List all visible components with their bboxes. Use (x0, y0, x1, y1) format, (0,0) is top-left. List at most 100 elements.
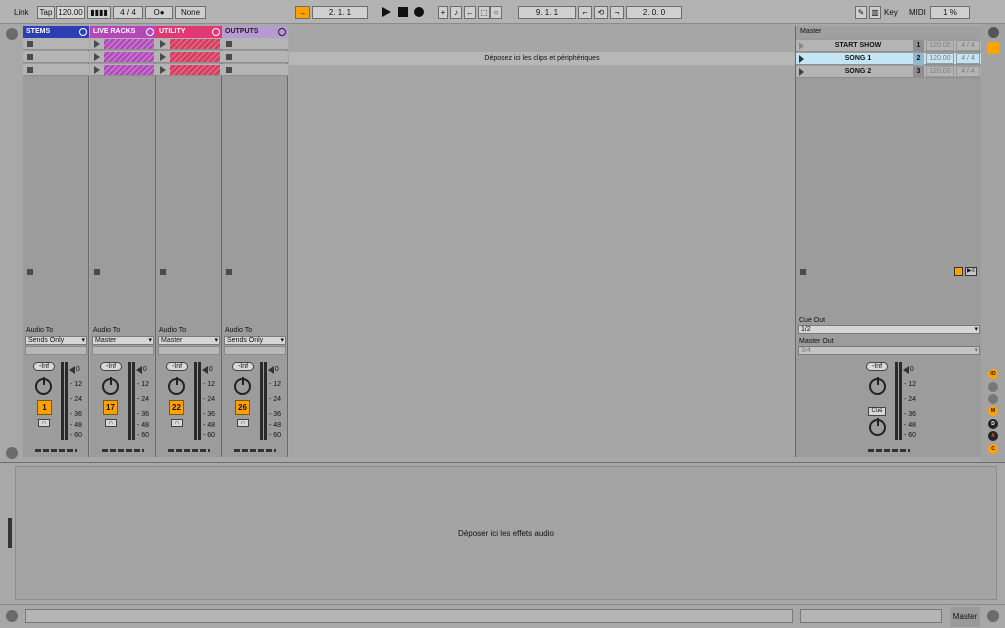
clip-play-icon[interactable] (94, 66, 100, 74)
selected-track-label[interactable]: Master (950, 607, 980, 627)
master-pan-knob-icon[interactable] (869, 377, 886, 395)
link-button[interactable]: Link (14, 6, 29, 19)
session-record-icon[interactable]: ○ (490, 6, 502, 19)
device-drag-handle[interactable] (8, 518, 12, 548)
capture-icon[interactable]: ⬚ (478, 6, 490, 19)
solo-cue-icon[interactable]: ∩ (171, 419, 183, 427)
clip-play-icon[interactable] (94, 53, 100, 61)
clip-slot[interactable] (23, 38, 89, 50)
device-drop-zone[interactable]: Déposer ici les effets audio (15, 466, 997, 600)
audio-to-channel[interactable] (92, 346, 154, 355)
track-title[interactable]: STEMS (23, 26, 89, 38)
overdub-icon[interactable]: + (438, 6, 448, 19)
clip-slot[interactable] (90, 64, 156, 76)
scene-signature[interactable]: 4 / 4 (956, 40, 980, 51)
track-activator-icon[interactable] (212, 28, 220, 36)
track-activator-button[interactable]: 1 (37, 400, 52, 415)
follow-button[interactable]: → (295, 6, 310, 19)
signature-field[interactable]: 4 / 4 (113, 6, 143, 19)
scene-tempo[interactable]: 120.00 (926, 53, 954, 64)
clip[interactable] (170, 39, 220, 49)
scene-signature[interactable]: 4 / 4 (956, 53, 980, 64)
track-activator-icon[interactable] (146, 28, 154, 36)
track-activator-button[interactable]: 22 (169, 400, 184, 415)
crossfade-assign[interactable] (868, 449, 910, 452)
clip-play-icon[interactable] (160, 40, 166, 48)
cue-volume-knob-icon[interactable] (869, 418, 886, 436)
clip[interactable] (170, 52, 220, 62)
clip[interactable] (104, 52, 154, 62)
solo-cue-icon[interactable]: ∩ (237, 419, 249, 427)
clip-play-icon[interactable] (160, 53, 166, 61)
arrangement-position[interactable]: 2. 1. 1 (312, 6, 368, 19)
stop-clips-icon[interactable] (27, 269, 33, 275)
session-view-icon[interactable] (987, 42, 999, 54)
info-toggle-icon[interactable] (6, 610, 18, 622)
crossfader-toggle-icon[interactable]: X (988, 431, 998, 441)
clip-slot[interactable] (23, 51, 89, 63)
io-toggle-icon[interactable]: IO (988, 369, 998, 379)
scene-signature[interactable]: 4 / 4 (956, 66, 980, 77)
clip[interactable] (170, 65, 220, 75)
clip-slot[interactable] (222, 38, 288, 50)
stop-clips-icon[interactable] (94, 269, 100, 275)
mixer-toggle-icon[interactable]: M (988, 406, 998, 416)
volume-field[interactable]: -Inf (166, 362, 188, 371)
pan-knob-icon[interactable] (102, 377, 119, 395)
loop-length-field[interactable]: 2. 0. 0 (626, 6, 682, 19)
punch-in-icon[interactable]: ⌐ (578, 6, 592, 19)
back-to-arrangement-icon[interactable]: ← (464, 6, 476, 19)
audio-to-select[interactable]: Sends Only (25, 336, 87, 345)
stop-icon[interactable] (398, 7, 408, 17)
volume-field[interactable]: -Inf (33, 362, 55, 371)
record-icon[interactable] (414, 7, 424, 17)
track-activator-button[interactable]: 17 (103, 400, 118, 415)
cue-button[interactable]: Cue (868, 407, 886, 416)
sends-toggle-icon[interactable] (988, 382, 998, 392)
automation-arm-icon[interactable]: ♪ (450, 6, 462, 19)
solo-cue-icon[interactable]: ∩ (105, 419, 117, 427)
stop-clips-icon[interactable] (160, 269, 166, 275)
clip-slot[interactable] (222, 51, 288, 63)
clip-slot[interactable] (23, 64, 89, 76)
overview-toggle-icon[interactable] (6, 447, 18, 459)
menu-icon[interactable] (988, 27, 999, 38)
track-title[interactable]: OUTPUTS (222, 26, 288, 38)
solo-cue-icon[interactable]: ∩ (38, 419, 50, 427)
scene-row[interactable]: SONG 1 2 120.00 4 / 4 (796, 53, 982, 65)
scene-tempo[interactable]: 120.00 (926, 40, 954, 51)
midi-map-button[interactable]: MIDI (909, 6, 926, 19)
clip[interactable] (104, 65, 154, 75)
pan-knob-icon[interactable] (35, 377, 52, 395)
scene-row[interactable]: SONG 2 3 120.00 4 / 4 (796, 66, 982, 78)
track-title[interactable]: LIVE RACKS (90, 26, 156, 38)
track-title[interactable]: UTILITY (156, 26, 222, 38)
master-volume-field[interactable]: -Inf (866, 362, 888, 371)
cue-toggle-icon[interactable]: C (988, 444, 998, 454)
detail-toggle-icon[interactable] (987, 610, 999, 622)
scene-launch-icon[interactable] (799, 68, 804, 76)
loop-icon[interactable]: ⟲ (594, 6, 608, 19)
crossfade-assign[interactable] (102, 449, 144, 452)
master-out-select[interactable]: 3/4 (798, 346, 980, 355)
stop-all-clips-icon[interactable] (800, 269, 806, 275)
clip-slot[interactable] (156, 64, 222, 76)
stop-clips-icon[interactable] (226, 269, 232, 275)
scene-launch-icon[interactable] (799, 42, 804, 50)
audio-to-channel[interactable] (25, 346, 87, 355)
quantize-select[interactable]: None (175, 6, 206, 19)
returns-toggle-icon[interactable] (988, 394, 998, 404)
play-icon[interactable] (382, 7, 391, 17)
clip-slot[interactable] (222, 64, 288, 76)
scene-launch-icon[interactable] (799, 55, 804, 63)
cue-out-select[interactable]: 1/2 (798, 325, 980, 334)
volume-field[interactable]: -Inf (232, 362, 254, 371)
metronome-button[interactable]: O● (145, 6, 173, 19)
audio-to-channel[interactable] (158, 346, 220, 355)
browser-toggle-icon[interactable] (6, 28, 18, 40)
crossfade-assign[interactable] (35, 449, 77, 452)
draw-mode-icon[interactable]: ✎ (855, 6, 867, 19)
clip-slot[interactable] (156, 51, 222, 63)
master-title[interactable]: Master (796, 26, 982, 38)
tap-button[interactable]: Tap (37, 6, 55, 19)
